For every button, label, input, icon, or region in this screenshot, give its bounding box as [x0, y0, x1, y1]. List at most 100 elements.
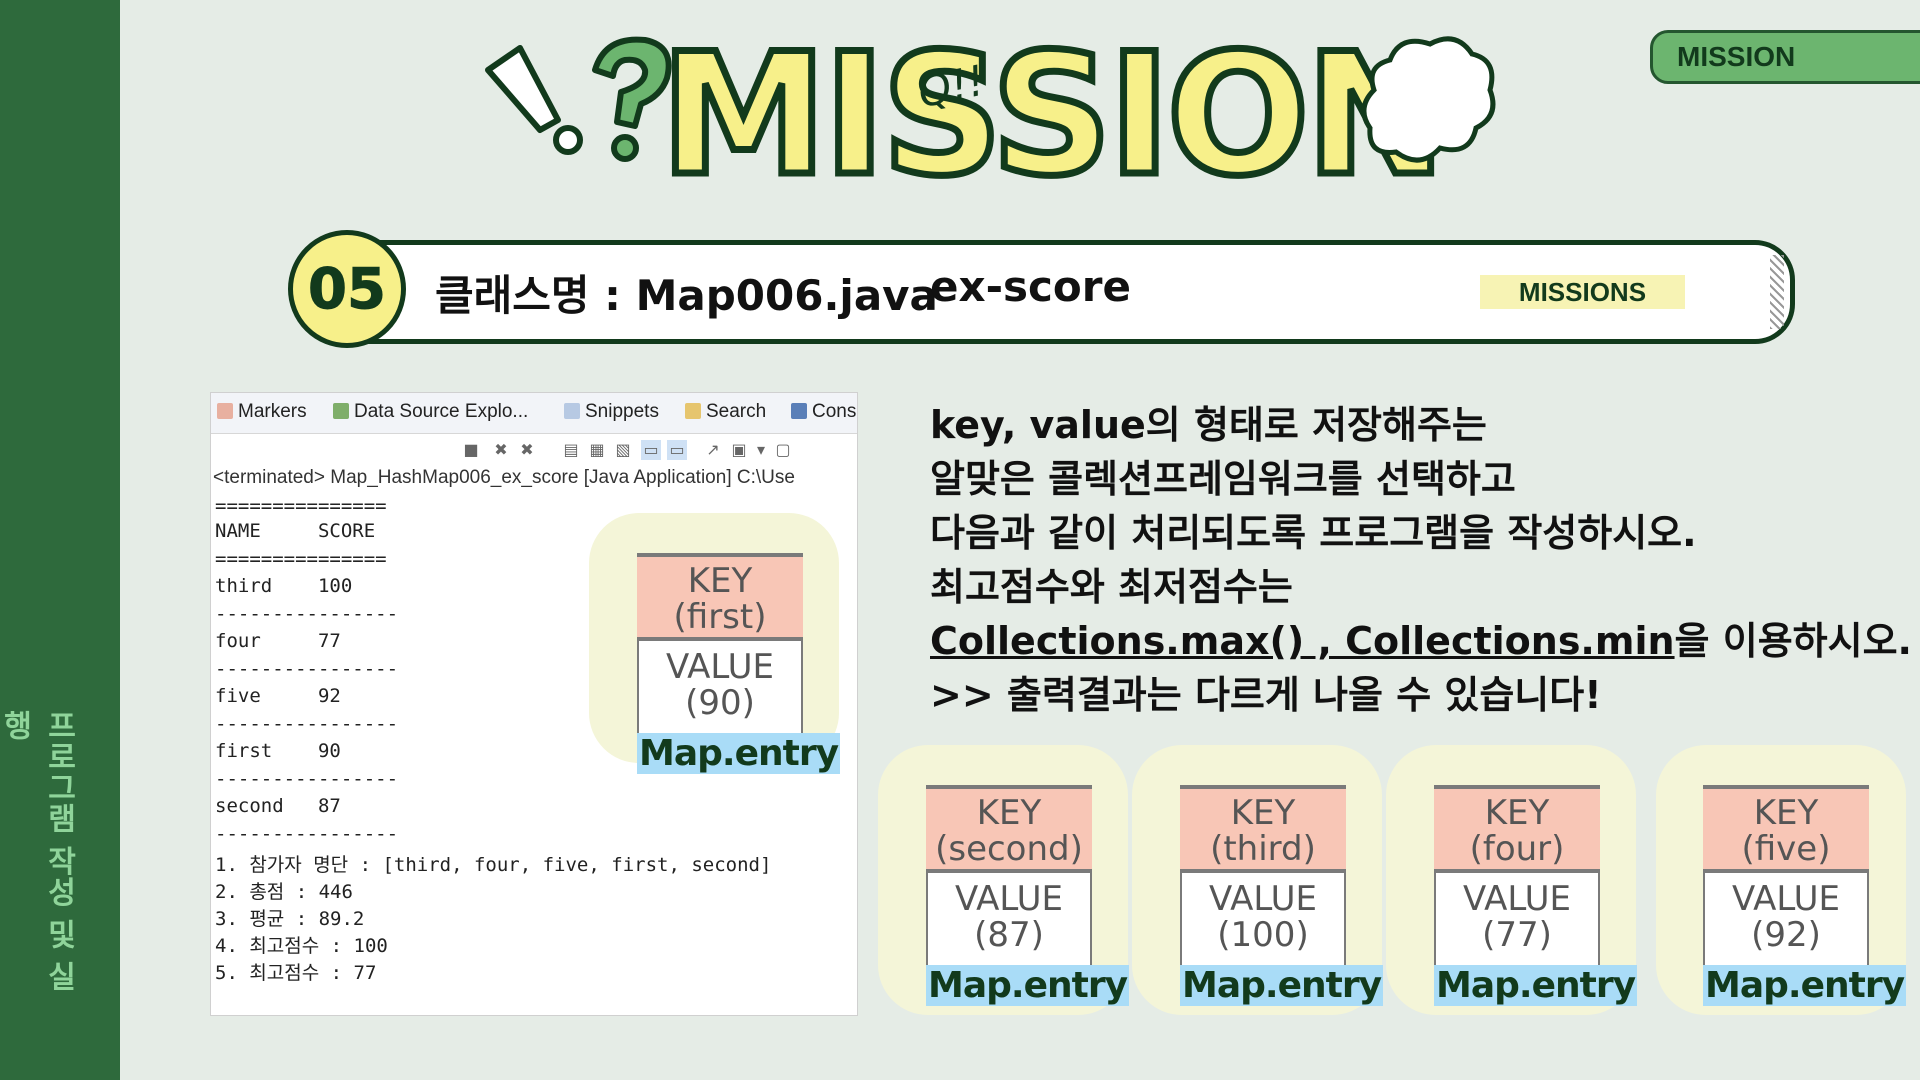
map-entry-third: KEY (third) VALUE (100) Map.entry: [1180, 785, 1384, 1006]
console-toolbar: ■ ✖ ✖ ▤ ▦ ▧ ▭ ▭ ↗ ▣ ▾ ▢: [211, 434, 857, 464]
word-wrap-icon[interactable]: ▧: [613, 440, 633, 460]
instruction-line: 알맞은 콜렉션프레임워크를 선택하고: [930, 457, 1516, 501]
entry-key-name: (second): [935, 829, 1083, 869]
instruction-line: 다음과 같이 처리되도록 프로그램을 작성하시오.: [930, 511, 1697, 555]
instruction-suffix: 을 이용하시오.: [1674, 619, 1912, 663]
tab-label: Snippets: [585, 401, 659, 422]
map-entry-five: KEY (five) VALUE (92) Map.entry: [1703, 785, 1907, 1006]
console-line: second 87: [215, 795, 341, 817]
entry-value-cell: VALUE (100): [1180, 873, 1346, 965]
entry-key-cell: KEY (third): [1180, 785, 1346, 873]
tab-console[interactable]: Cons: [791, 401, 856, 423]
entry-key-name: (first): [673, 597, 767, 637]
instruction-line: >> 출력결과는 다르게 나올 수 있습니다!: [930, 673, 1602, 717]
console-line: ----------------: [215, 823, 399, 845]
entry-key-name: (four): [1469, 829, 1565, 869]
entry-value-number: (87): [974, 915, 1044, 955]
map-entry-four: KEY (four) VALUE (77) Map.entry: [1434, 785, 1638, 1006]
display-console-icon[interactable]: ▣: [729, 440, 749, 460]
console-line: first 90: [215, 740, 341, 762]
map-entry-second: KEY (second) VALUE (87) Map.entry: [926, 785, 1130, 1006]
entry-key-label: KEY: [1230, 793, 1296, 833]
class-name-label: 클래스명 : Map006.java: [435, 271, 938, 320]
tab-search[interactable]: Search: [685, 401, 766, 423]
tab-markers[interactable]: Markers: [217, 401, 307, 423]
show-stderr-icon[interactable]: ▭: [667, 440, 687, 460]
entry-value-cell: VALUE (87): [926, 873, 1092, 965]
console-icon: [791, 403, 807, 419]
entry-value-label: VALUE: [955, 879, 1063, 919]
tab-label: Markers: [238, 401, 307, 422]
chevron-down-icon[interactable]: ▾: [751, 440, 771, 460]
map-entry-first: KEY (first) VALUE (90) Map.entry: [637, 553, 841, 774]
instruction-line: key, value의 형태로 저장해주는: [930, 403, 1487, 447]
console-line: NAME SCORE: [215, 520, 376, 542]
console-window: Markers Data Source Explo... Snippets Se…: [210, 392, 858, 1016]
collections-methods: Collections.max() , Collections.min: [930, 619, 1675, 663]
console-line: five 92: [215, 685, 341, 707]
entry-value-label: VALUE: [666, 647, 774, 687]
mission-tag: MISSION: [1650, 30, 1920, 84]
mission-header: MISSION: [480, 17, 1500, 214]
exercise-label: ex-score: [930, 262, 1131, 311]
console-line: ===============: [215, 495, 387, 517]
entry-key-label: KEY: [976, 793, 1042, 833]
entry-value-number: (90): [685, 683, 755, 723]
instruction-line: 최고점수와 최저점수는: [930, 565, 1293, 609]
entry-key-cell: KEY (four): [1434, 785, 1600, 873]
console-line: ----------------: [215, 768, 399, 790]
entry-caption: Map.entry: [1434, 965, 1638, 1006]
entry-key-label: KEY: [1753, 793, 1819, 833]
console-line: 4. 최고점수 : 100: [215, 935, 388, 957]
tab-data-source-explorer[interactable]: Data Source Explo...: [333, 401, 528, 423]
console-line: four 77: [215, 630, 341, 652]
snippets-icon: [564, 403, 580, 419]
entry-value-cell: VALUE (77): [1434, 873, 1600, 965]
console-tab-bar: Markers Data Source Explo... Snippets Se…: [211, 393, 857, 434]
entry-value-number: (77): [1482, 915, 1552, 955]
entry-key-cell: KEY (second): [926, 785, 1092, 873]
tab-label: Data Source Explo...: [354, 401, 529, 422]
entry-caption: Map.entry: [1703, 965, 1907, 1006]
scroll-lock-icon[interactable]: ▤: [561, 440, 581, 460]
search-icon: [685, 403, 701, 419]
entry-key-name: (five): [1741, 829, 1831, 869]
mission-number-badge: 05: [288, 230, 406, 348]
pin-console-icon[interactable]: ↗: [703, 440, 723, 460]
console-status: <terminated> Map_HashMap006_ex_score [Ja…: [213, 467, 795, 488]
entry-value-number: (92): [1751, 915, 1821, 955]
console-line: 5. 최고점수 : 77: [215, 962, 377, 984]
tab-label: Cons: [812, 401, 857, 422]
show-stdout-icon[interactable]: ▭: [641, 440, 661, 460]
remove-launch-icon[interactable]: ✖: [491, 440, 511, 460]
entry-key-label: KEY: [1484, 793, 1550, 833]
instruction-line: Collections.max() , Collections.min을 이용하…: [930, 614, 1912, 668]
entry-caption: Map.entry: [637, 733, 841, 774]
database-icon: [333, 403, 349, 419]
entry-caption: Map.entry: [926, 965, 1130, 1006]
console-line: ----------------: [215, 603, 399, 625]
tab-snippets[interactable]: Snippets: [564, 401, 659, 423]
entry-caption: Map.entry: [1180, 965, 1384, 1006]
tab-label: Search: [706, 401, 767, 422]
remove-all-icon[interactable]: ✖: [517, 440, 537, 460]
banner-hatch: [1770, 255, 1784, 329]
entry-key-cell: KEY (first): [637, 553, 803, 641]
stop-icon[interactable]: ■: [461, 440, 481, 460]
clear-console-icon[interactable]: ▦: [587, 440, 607, 460]
console-line: ----------------: [215, 713, 399, 735]
entry-key-name: (third): [1210, 829, 1316, 869]
mission-title: MISSION: [656, 17, 1449, 214]
entry-value-label: VALUE: [1732, 879, 1840, 919]
console-line: ----------------: [215, 658, 399, 680]
entry-value-label: VALUE: [1209, 879, 1317, 919]
console-line: ===============: [215, 548, 387, 570]
mission-number: 05: [308, 257, 387, 323]
exclamation-icon: [485, 45, 583, 155]
open-console-icon[interactable]: ▢: [773, 440, 793, 460]
console-line: third 100: [215, 575, 353, 597]
console-line: 1. 참가자 명단 : [third, four, five, first, s…: [215, 854, 772, 876]
mission-tag-label: MISSION: [1677, 41, 1796, 72]
entry-value-number: (100): [1217, 915, 1309, 955]
console-line: 3. 평균 : 89.2: [215, 908, 365, 930]
